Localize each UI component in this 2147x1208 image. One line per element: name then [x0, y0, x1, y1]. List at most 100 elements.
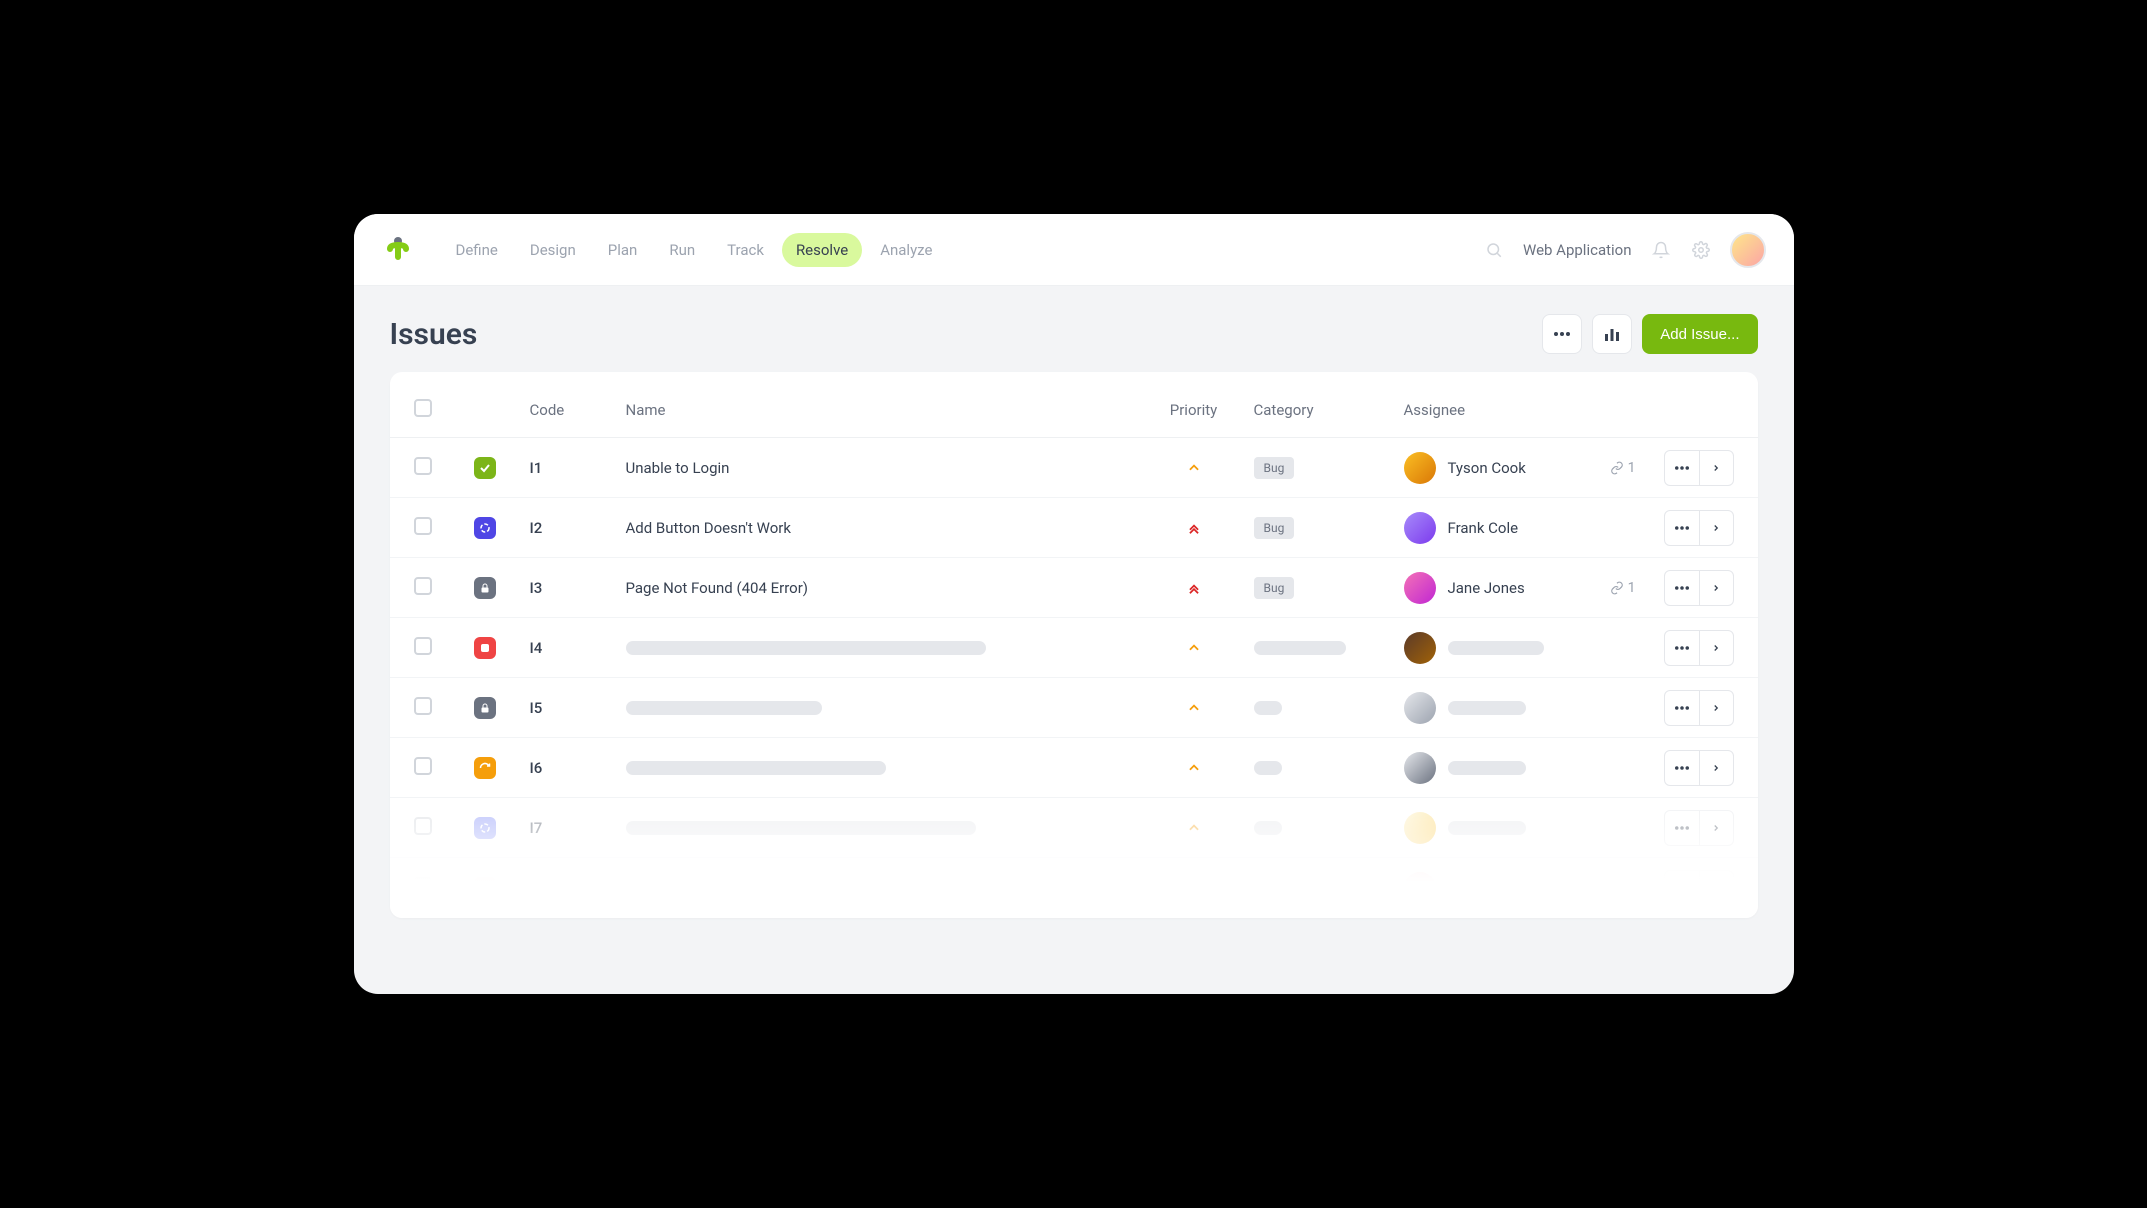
search-icon[interactable]: [1483, 239, 1505, 261]
row-more-button[interactable]: [1665, 451, 1699, 485]
assignee-name: Frank Cole: [1448, 519, 1519, 537]
nav-item-run[interactable]: Run: [655, 233, 709, 267]
row-checkbox[interactable]: [414, 757, 432, 775]
assignee-avatar: [1404, 752, 1436, 784]
category-skeleton: [1254, 881, 1282, 895]
row-checkbox[interactable]: [414, 697, 432, 715]
gear-icon[interactable]: [1690, 239, 1712, 261]
row-open-button[interactable]: [1699, 691, 1733, 725]
table-row[interactable]: I7: [390, 798, 1758, 858]
issue-code: I7: [530, 819, 626, 837]
issue-code: I4: [530, 639, 626, 657]
row-open-button[interactable]: [1699, 451, 1733, 485]
row-checkbox[interactable]: [414, 457, 432, 475]
row-checkbox[interactable]: [414, 817, 432, 835]
link-count: 1: [1610, 580, 1644, 596]
row-actions: [1664, 810, 1734, 846]
row-more-button[interactable]: [1665, 811, 1699, 845]
name-skeleton: [626, 881, 976, 895]
status-icon: [474, 877, 496, 899]
row-open-button[interactable]: [1699, 631, 1733, 665]
row-more-button[interactable]: [1665, 871, 1699, 905]
assignee-name: Jane Jones: [1448, 579, 1525, 597]
table-row[interactable]: I1Unable to LoginBugTyson Cook1: [390, 438, 1758, 498]
nav-item-plan[interactable]: Plan: [594, 233, 652, 267]
row-open-button[interactable]: [1699, 751, 1733, 785]
row-more-button[interactable]: [1665, 631, 1699, 665]
table-header: Code Name Priority Category Assignee: [390, 382, 1758, 438]
priority-icon: [1186, 460, 1202, 476]
row-more-button[interactable]: [1665, 571, 1699, 605]
table-row[interactable]: I2Add Button Doesn't Work Bug Frank Cole: [390, 498, 1758, 558]
topbar: DefineDesignPlanRunTrackResolveAnalyze W…: [354, 214, 1794, 286]
user-avatar[interactable]: [1730, 232, 1766, 268]
topbar-right: Web Application: [1483, 232, 1766, 268]
app-name[interactable]: Web Application: [1523, 241, 1632, 259]
row-open-button[interactable]: [1699, 811, 1733, 845]
row-actions: [1664, 870, 1734, 906]
issue-code: I2: [530, 519, 626, 537]
status-icon: [474, 637, 496, 659]
chart-view-button[interactable]: [1592, 314, 1632, 354]
table-row[interactable]: I4: [390, 618, 1758, 678]
category-skeleton: [1254, 821, 1282, 835]
col-name: Name: [626, 401, 1134, 419]
row-more-button[interactable]: [1665, 691, 1699, 725]
row-open-button[interactable]: [1699, 511, 1733, 545]
issue-code: I5: [530, 699, 626, 717]
page-header: Issues Add Issue...: [354, 286, 1794, 372]
assignee-avatar: [1404, 812, 1436, 844]
name-skeleton: [626, 701, 822, 715]
issue-code: I8: [530, 879, 626, 897]
category-badge: Bug: [1254, 517, 1295, 539]
status-icon: [474, 757, 496, 779]
add-issue-button[interactable]: Add Issue...: [1642, 314, 1757, 354]
priority-icon: [1186, 820, 1202, 836]
name-skeleton: [626, 641, 986, 655]
nav-item-analyze[interactable]: Analyze: [866, 233, 946, 267]
row-checkbox[interactable]: [414, 577, 432, 595]
status-icon: [474, 817, 496, 839]
nav-item-define[interactable]: Define: [442, 233, 512, 267]
nav-item-resolve[interactable]: Resolve: [782, 233, 862, 267]
nav-item-track[interactable]: Track: [713, 233, 778, 267]
table-row[interactable]: I3Page Not Found (404 Error)BugJane Jone…: [390, 558, 1758, 618]
more-options-button[interactable]: [1542, 314, 1582, 354]
category-badge: Bug: [1254, 577, 1295, 599]
assignee-avatar: [1404, 872, 1436, 904]
table-row[interactable]: I5: [390, 678, 1758, 738]
row-more-button[interactable]: [1665, 751, 1699, 785]
assignee-skeleton: [1448, 761, 1526, 775]
assignee-skeleton: [1448, 641, 1544, 655]
assignee-avatar: [1404, 512, 1436, 544]
priority-icon: [1186, 700, 1202, 716]
row-checkbox[interactable]: [414, 877, 432, 895]
row-open-button[interactable]: [1699, 571, 1733, 605]
assignee-avatar: [1404, 572, 1436, 604]
col-assignee: Assignee: [1404, 401, 1644, 419]
select-all-checkbox[interactable]: [414, 399, 432, 417]
row-more-button[interactable]: [1665, 511, 1699, 545]
row-actions: [1664, 690, 1734, 726]
bell-icon[interactable]: [1650, 239, 1672, 261]
issue-name: Add Button Doesn't Work: [626, 519, 1134, 537]
name-skeleton: [626, 821, 976, 835]
assignee-avatar: [1404, 632, 1436, 664]
assignee-skeleton: [1448, 701, 1526, 715]
table-row[interactable]: I8: [390, 858, 1758, 918]
row-open-button[interactable]: [1699, 871, 1733, 905]
status-icon: [474, 457, 496, 479]
row-checkbox[interactable]: [414, 517, 432, 535]
link-count: 1: [1610, 460, 1644, 476]
col-code: Code: [530, 401, 626, 419]
row-checkbox[interactable]: [414, 637, 432, 655]
issue-code: I6: [530, 759, 626, 777]
priority-icon: [1186, 880, 1202, 896]
category-skeleton: [1254, 761, 1282, 775]
row-actions: [1664, 570, 1734, 606]
table-row[interactable]: I6: [390, 738, 1758, 798]
category-skeleton: [1254, 701, 1282, 715]
nav-item-design[interactable]: Design: [516, 233, 590, 267]
col-priority: Priority: [1134, 401, 1254, 419]
priority-icon: [1186, 580, 1202, 596]
